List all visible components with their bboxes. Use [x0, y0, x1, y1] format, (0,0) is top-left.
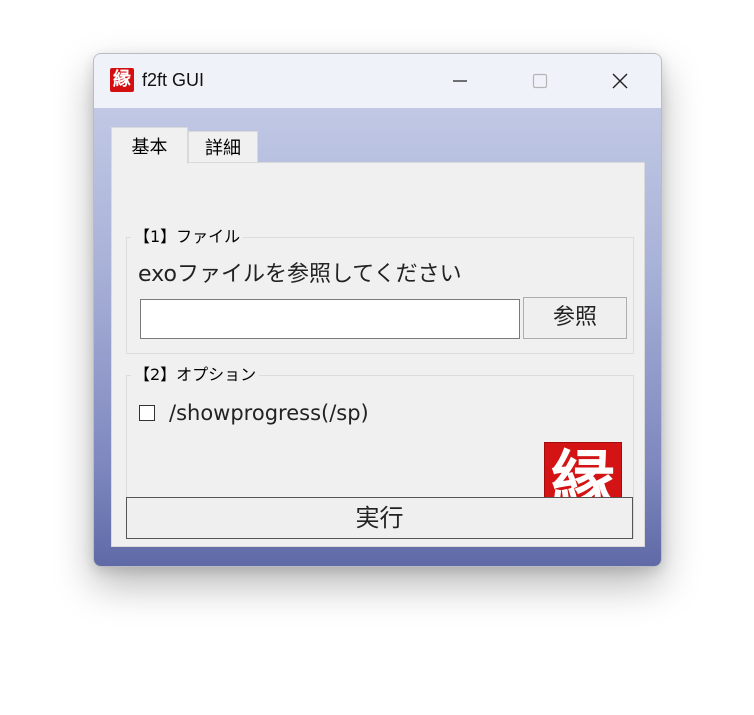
tab-details[interactable]: 詳細 — [188, 131, 258, 162]
browse-button[interactable]: 参照 — [523, 297, 627, 339]
close-icon — [612, 73, 628, 89]
app-window: 縁 f2ft GUI 基本 詳細 【1】ファイル exoファイルを参照してくださ… — [93, 53, 662, 567]
tab-basic[interactable]: 基本 — [111, 127, 188, 164]
minimize-icon — [453, 80, 467, 82]
showprogress-option[interactable]: /showprogress(/sp) — [139, 398, 369, 428]
title-bar[interactable]: 縁 f2ft GUI — [94, 54, 661, 108]
run-button[interactable]: 実行 — [126, 497, 633, 539]
file-instruction: exoファイルを参照してください — [138, 262, 462, 287]
minimize-button[interactable] — [420, 54, 500, 108]
maximize-icon — [532, 73, 548, 89]
window-title: f2ft GUI — [142, 70, 205, 90]
app-logo-icon: 縁 — [110, 68, 134, 92]
close-button[interactable] — [580, 54, 660, 108]
showprogress-label[interactable]: /showprogress(/sp) — [169, 401, 369, 425]
options-group-legend: 【2】オプション — [131, 365, 260, 385]
showprogress-checkbox[interactable] — [139, 405, 155, 421]
file-group-legend: 【1】ファイル — [131, 227, 244, 247]
file-group: 【1】ファイル exoファイルを参照してください 参照 — [126, 227, 634, 354]
exo-file-path-input[interactable] — [140, 299, 520, 339]
maximize-button[interactable] — [500, 54, 580, 108]
tab-panel-basic: 【1】ファイル exoファイルを参照してください 参照 【2】オプション /sh… — [111, 162, 645, 547]
